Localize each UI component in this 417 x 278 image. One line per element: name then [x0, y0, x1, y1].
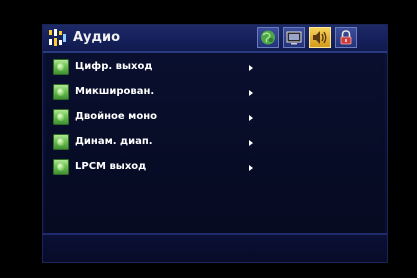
bullet-icon — [53, 84, 69, 100]
submenu-arrow-icon — [249, 90, 253, 96]
submenu-arrow-icon — [249, 115, 253, 121]
submenu-arrow-icon — [249, 165, 253, 171]
tab-language[interactable] — [257, 27, 279, 48]
menu-item-downmix[interactable]: Микширован. — [53, 84, 353, 102]
bullet-icon — [53, 59, 69, 75]
submenu-arrow-icon — [249, 65, 253, 71]
tab-video[interactable] — [283, 27, 305, 48]
menu-item-dynamic-range[interactable]: Динам. диап. — [53, 134, 353, 152]
menu-item-label: Двойное моно — [75, 111, 157, 122]
bullet-icon — [53, 109, 69, 125]
submenu-arrow-icon — [249, 140, 253, 146]
menu-item-label: LPCM выход — [75, 161, 147, 172]
header-divider — [43, 51, 387, 53]
tv-screen: Аудио Цифр. выход Микширован. Двойное мо… — [0, 0, 417, 278]
setup-menu-panel: Аудио Цифр. выход Микширован. Двойное мо… — [42, 24, 388, 263]
menu-header: Аудио — [43, 25, 387, 51]
tab-audio[interactable] — [309, 27, 331, 48]
menu-item-lpcm-output[interactable]: LPCM выход — [53, 159, 353, 177]
tab-parental[interactable] — [335, 27, 357, 48]
bullet-icon — [53, 159, 69, 175]
menu-item-label: Цифр. выход — [75, 61, 153, 72]
page-title: Аудио — [73, 30, 121, 45]
audio-settings-icon — [48, 28, 68, 48]
help-bar — [43, 235, 387, 262]
bullet-icon — [53, 134, 69, 150]
menu-item-label: Динам. диап. — [75, 136, 153, 147]
menu-item-dual-mono[interactable]: Двойное моно — [53, 109, 353, 127]
menu-item-digital-output[interactable]: Цифр. выход — [53, 59, 353, 77]
menu-item-label: Микширован. — [75, 86, 155, 97]
